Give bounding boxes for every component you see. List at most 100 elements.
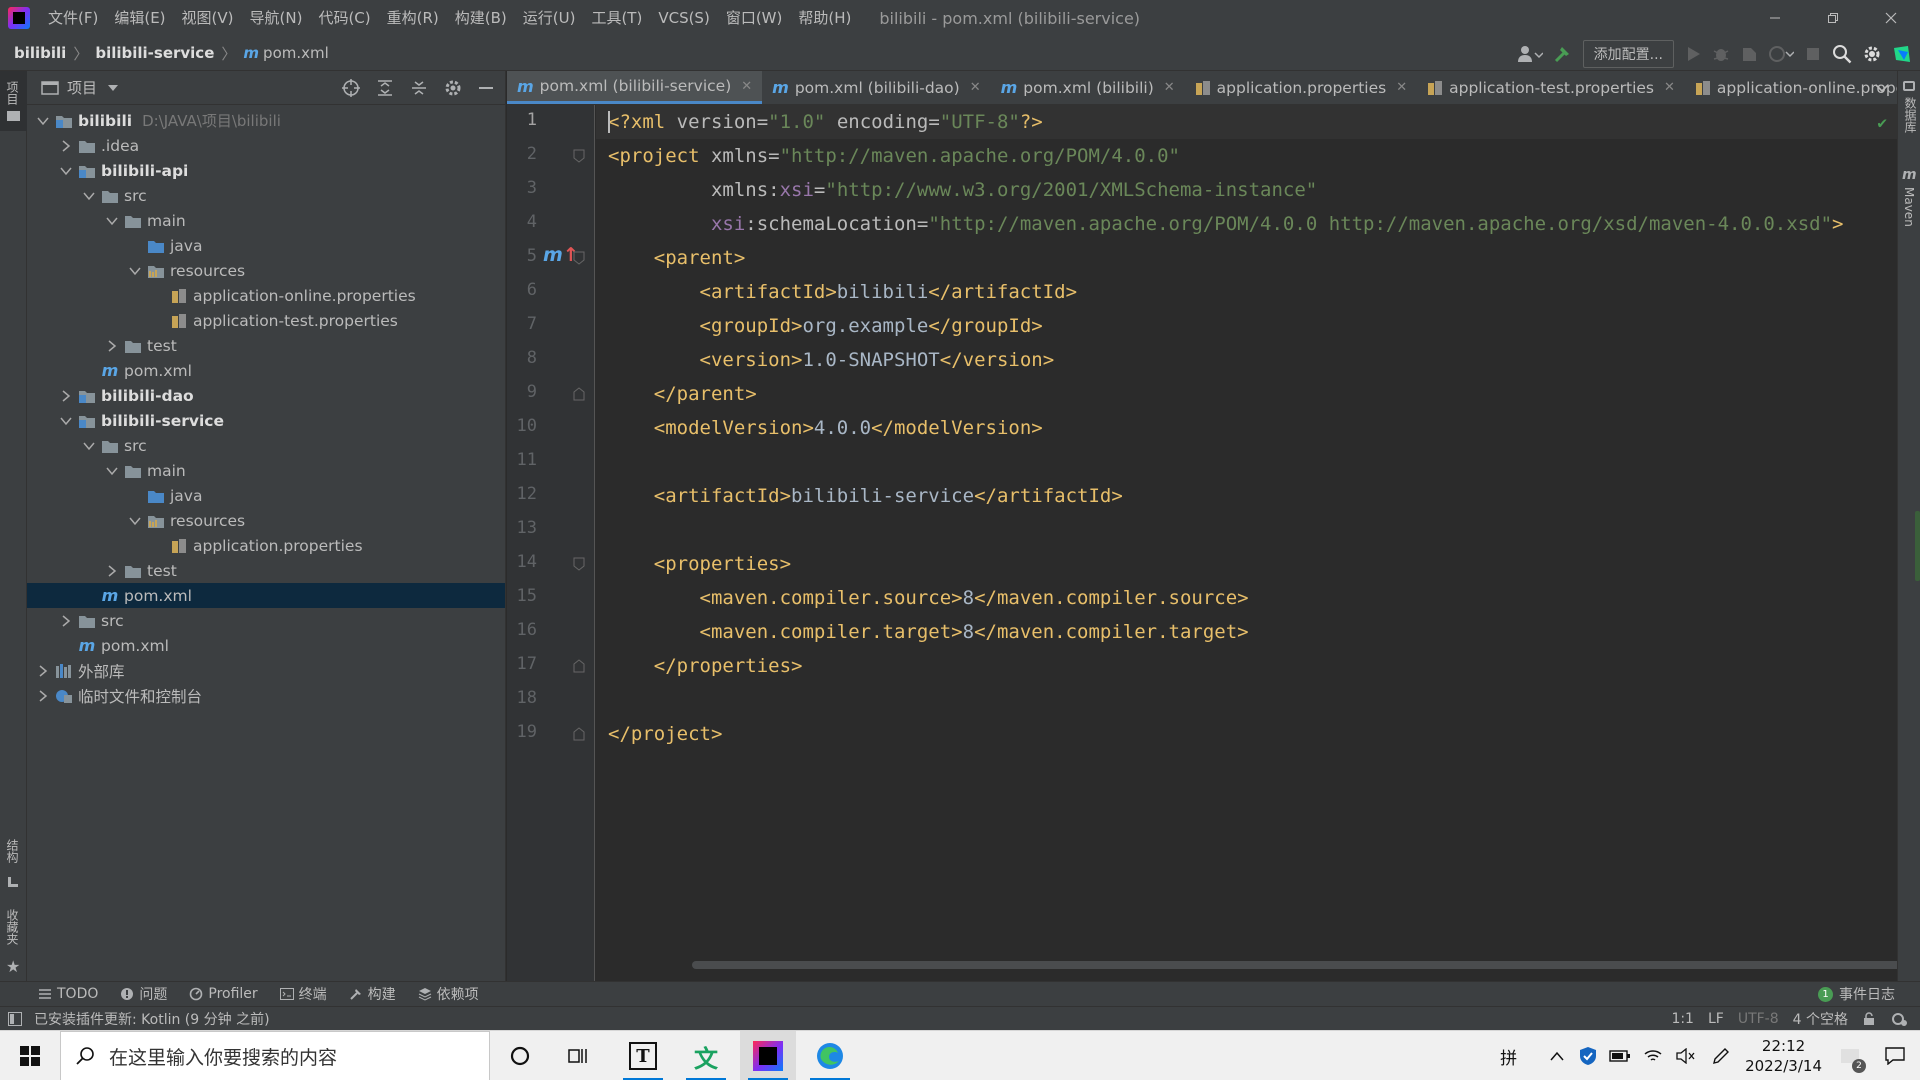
fold-marker-icon[interactable]	[573, 387, 585, 405]
terminal-tool-button[interactable]: 终端	[279, 984, 327, 1004]
menu-vcs[interactable]: VCS(S)	[650, 0, 717, 36]
tab-pom-root[interactable]: m pom.xml (bilibili) ✕	[991, 71, 1185, 104]
volume-muted-icon[interactable]	[1675, 1048, 1695, 1064]
tabs-overflow-chevron-icon[interactable]	[1875, 71, 1889, 104]
defender-shield-icon[interactable]	[1579, 1046, 1597, 1066]
intellij-app-button[interactable]	[740, 1031, 796, 1080]
translator-app-button[interactable]: 文	[678, 1031, 734, 1080]
search-icon[interactable]	[1832, 44, 1852, 64]
minimize-button[interactable]	[1746, 0, 1804, 36]
tab-pom-dao[interactable]: m pom.xml (bilibili-dao) ✕	[762, 71, 990, 104]
cortana-button[interactable]	[492, 1031, 548, 1080]
tab-application-properties[interactable]: application.properties ✕	[1185, 71, 1417, 104]
chevron-down-icon[interactable]	[81, 191, 97, 201]
event-log-button[interactable]: 1 事件日志	[1818, 984, 1895, 1004]
close-window-button[interactable]	[1862, 0, 1920, 36]
menu-navigate[interactable]: 导航(N)	[242, 0, 311, 36]
collapse-all-icon[interactable]	[409, 78, 429, 98]
close-icon[interactable]: ✕	[970, 80, 981, 95]
tree-item[interactable]: main	[27, 208, 505, 233]
tab-application-test-properties[interactable]: application-test.properties ✕	[1417, 71, 1685, 104]
horizontal-scrollbar[interactable]	[692, 961, 1902, 969]
chevron-right-icon[interactable]	[35, 664, 51, 677]
chevron-right-icon[interactable]	[58, 139, 74, 152]
close-icon[interactable]: ✕	[741, 79, 752, 94]
menu-window[interactable]: 窗口(W)	[718, 0, 791, 36]
memory-indicator-icon[interactable]	[1890, 1012, 1908, 1026]
chevron-down-icon[interactable]	[81, 441, 97, 451]
intellij-logo-icon[interactable]	[8, 7, 30, 29]
build-tool-button[interactable]: 构建	[349, 984, 396, 1004]
input-method-toolbar[interactable]: 2	[1830, 1031, 1870, 1080]
tree-item[interactable]: .idea	[27, 133, 505, 158]
tree-item[interactable]: main	[27, 458, 505, 483]
maven-tool-tab[interactable]: m Maven	[1898, 167, 1920, 257]
toggle-tool-windows-icon[interactable]	[8, 1012, 22, 1026]
status-message[interactable]: 已安装插件更新: Kotlin (9 分钟 之前)	[34, 1009, 270, 1029]
profiler-tool-button[interactable]: Profiler	[189, 986, 258, 1002]
close-icon[interactable]: ✕	[1396, 80, 1407, 95]
show-hidden-icons-chevron-icon[interactable]	[1549, 1050, 1565, 1062]
edge-app-button[interactable]	[802, 1031, 858, 1080]
tree-item[interactable]: bilibili D:\JAVA\项目\bilibili	[27, 108, 505, 133]
chevron-down-icon[interactable]	[107, 83, 119, 93]
breadcrumb-file[interactable]: pom.xml	[263, 44, 329, 62]
tree-item[interactable]: src	[27, 433, 505, 458]
chevron-down-icon[interactable]	[58, 166, 74, 176]
tree-item[interactable]: m pom.xml	[27, 358, 505, 383]
chevron-right-icon[interactable]	[58, 614, 74, 627]
tree-item[interactable]: m pom.xml	[27, 583, 505, 608]
fold-marker-icon[interactable]	[573, 557, 585, 575]
tree-item[interactable]: java	[27, 233, 505, 258]
tree-item[interactable]: src	[27, 183, 505, 208]
fold-marker-icon[interactable]	[573, 659, 585, 677]
chevron-down-icon[interactable]	[127, 516, 143, 526]
chevron-right-icon[interactable]	[35, 689, 51, 702]
typora-app-button[interactable]: T	[615, 1031, 671, 1080]
ime-indicator[interactable]: 拼	[1500, 1044, 1517, 1069]
battery-icon[interactable]	[1609, 1049, 1631, 1063]
tree-item[interactable]: 外部库	[27, 658, 505, 683]
wifi-icon[interactable]	[1643, 1048, 1663, 1064]
menu-run[interactable]: 运行(U)	[515, 0, 584, 36]
breadcrumb-root[interactable]: bilibili	[14, 44, 66, 62]
system-clock[interactable]: 22:12 2022/3/14	[1745, 1036, 1822, 1076]
menu-tools[interactable]: 工具(T)	[583, 0, 650, 36]
favorites-tool-tab[interactable]: 收藏夹 ★	[0, 901, 27, 981]
menu-help[interactable]: 帮助(H)	[790, 0, 859, 36]
tree-item[interactable]: src	[27, 608, 505, 633]
fold-marker-icon[interactable]	[573, 727, 585, 745]
problems-tool-button[interactable]: 问题	[120, 984, 167, 1004]
menu-refactor[interactable]: 重构(R)	[379, 0, 447, 36]
run-icon[interactable]	[1684, 45, 1702, 63]
taskbar-search-box[interactable]: 在这里输入你要搜索的内容	[60, 1031, 490, 1080]
stop-icon[interactable]	[1804, 45, 1822, 63]
chevron-right-icon[interactable]	[104, 339, 120, 352]
debug-icon[interactable]	[1712, 45, 1730, 63]
jetbrains-toolbox-icon[interactable]	[1892, 44, 1912, 64]
settings-gear-icon[interactable]	[443, 78, 463, 98]
chevron-down-icon[interactable]	[104, 216, 120, 226]
tree-item[interactable]: test	[27, 558, 505, 583]
tree-item[interactable]: bilibili-dao	[27, 383, 505, 408]
restore-button[interactable]	[1804, 0, 1862, 36]
fold-marker-icon[interactable]	[573, 251, 585, 269]
menu-view[interactable]: 视图(V)	[174, 0, 242, 36]
coverage-icon[interactable]	[1740, 45, 1758, 63]
build-hammer-icon[interactable]	[1553, 44, 1573, 64]
menu-build[interactable]: 构建(B)	[447, 0, 515, 36]
fold-marker-icon[interactable]	[573, 149, 585, 167]
chevron-down-icon[interactable]	[35, 116, 51, 126]
code-area[interactable]: <?xml version="1.0" encoding="UTF-8"?> <…	[596, 105, 1902, 981]
tree-item[interactable]: java	[27, 483, 505, 508]
tree-item[interactable]: application-test.properties	[27, 308, 505, 333]
breadcrumb-module[interactable]: bilibili-service	[95, 44, 214, 62]
tree-item[interactable]: bilibili-service	[27, 408, 505, 433]
file-encoding[interactable]: UTF-8	[1738, 1011, 1779, 1027]
tree-item[interactable]: resources	[27, 508, 505, 533]
chevron-right-icon[interactable]	[58, 389, 74, 402]
chevron-down-icon[interactable]	[58, 416, 74, 426]
tree-item[interactable]: application-online.properties	[27, 283, 505, 308]
no-problems-check-icon[interactable]: ✔	[1877, 113, 1887, 132]
chevron-down-icon[interactable]	[104, 466, 120, 476]
